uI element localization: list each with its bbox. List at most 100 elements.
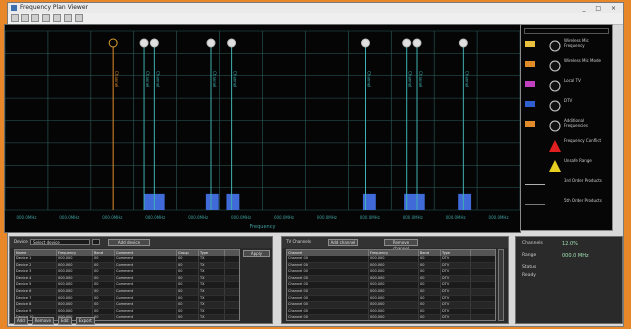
add-channel-button[interactable]: Add channel — [328, 239, 358, 246]
marker-label: Channel — [233, 71, 238, 87]
device-table-row[interactable]: Device 7 000.000 00 Comment 00 TX — [15, 295, 239, 303]
tv-channel-table-cell: 00 — [419, 256, 441, 262]
tv-channel-table-cell: 000.000 — [369, 256, 419, 262]
tv-marker-icon — [227, 38, 237, 48]
tv-marker-icon — [139, 38, 149, 48]
tv-table-scrollbar[interactable] — [498, 249, 504, 321]
tv-marker-icon — [402, 38, 412, 48]
x-tick-label: 000.0MHz — [231, 215, 251, 220]
print-icon[interactable] — [31, 14, 39, 22]
device-table-cell: Device 7 — [15, 295, 57, 302]
tv-channel-table-cell: Channel 00 — [287, 275, 369, 282]
add-button[interactable]: Add — [14, 317, 28, 325]
tv-channel-table-cell: DTV — [441, 288, 471, 295]
x-tick-label: 000.0MHz — [360, 215, 380, 220]
x-axis-title: Frequency — [249, 224, 276, 230]
device-table-cell: 00 — [93, 256, 115, 262]
device-table-row[interactable]: Device 2 000.000 00 Comment 00 TX — [15, 262, 239, 270]
tv-channel-table-cell: 00 — [419, 315, 441, 320]
tv-channel-table-cell: DTV — [441, 256, 471, 262]
device-table-cell: Device 4 — [15, 275, 57, 282]
device-table-cell: 000.000 — [57, 269, 93, 275]
device-table-cell: Device 1 — [15, 256, 57, 262]
remove-channel-button[interactable]: Remove channel — [384, 239, 418, 251]
legend-label: Additional Frequencies — [564, 118, 588, 128]
device-table[interactable]: Name Frequency Band Comment Group Type Device… — [14, 249, 240, 321]
tv-channel-table-row[interactable]: Channel 00 000.000 00 DTV — [287, 315, 495, 320]
export-button[interactable]: Export — [75, 317, 95, 325]
device-footer: Add Remove Edit Export — [14, 317, 99, 325]
device-table-cell: TX — [199, 256, 225, 262]
tv-channel-table-cell: Channel 00 — [287, 308, 369, 315]
device-table-row[interactable]: Device 3 000.000 00 Comment 00 TX — [15, 269, 239, 276]
tv-channel-table-cell: Channel 00 — [287, 288, 369, 295]
spectrum-bar — [362, 193, 376, 210]
add-device-button[interactable]: Add device — [108, 239, 150, 246]
conflict-warning-icon — [549, 137, 561, 152]
legend-header — [524, 28, 609, 34]
tv-channel-table-row[interactable]: Channel 00 000.000 00 DTV — [287, 302, 495, 309]
tv-channel-table-row[interactable]: Channel 00 000.000 00 DTV — [287, 256, 495, 263]
tv-channel-table-cell: 00 — [419, 262, 441, 269]
window-title: Frequency Plan Viewer — [20, 4, 88, 11]
tv-channel-table-cell: DTV — [441, 315, 471, 320]
device-table-row[interactable]: Device 4 000.000 00 Comment 00 TX — [15, 275, 239, 283]
tv-channel-table-row[interactable]: Channel 00 000.000 00 DTV — [287, 295, 495, 303]
legend-label: Unsafe Range — [564, 158, 592, 163]
device-table-row[interactable]: Device 9 000.000 00 Comment 00 TX — [15, 308, 239, 316]
device-table-row[interactable]: Device 8 000.000 00 Comment 00 TX — [15, 302, 239, 309]
edit-button[interactable]: Edit — [57, 317, 72, 325]
save-icon[interactable] — [21, 14, 29, 22]
legend-label: Wireless Mic Mode — [564, 58, 601, 63]
tv-channel-table-row[interactable]: Channel 00 000.000 00 DTV — [287, 288, 495, 296]
x-tick-label: 000.0MHz — [489, 215, 509, 220]
tv-marker-icon — [149, 38, 159, 48]
refresh-icon[interactable] — [64, 14, 72, 22]
zoom-in-icon[interactable] — [42, 14, 50, 22]
device-table-row[interactable]: Device 1 000.000 00 Comment 00 TX — [15, 256, 239, 263]
x-tick-label: 000.0MHz — [317, 215, 337, 220]
x-tick-label: 000.0MHz — [16, 215, 36, 220]
tv-channel-table-row[interactable]: Channel 00 000.000 00 DTV — [287, 269, 495, 276]
plot-canvas[interactable]: Channel Channel Channel Channel Channel Chann… — [5, 25, 520, 232]
device-table-row[interactable]: Device 5 000.000 00 Comment 00 TX — [15, 282, 239, 289]
tv-channel-table-row[interactable]: Channel 00 000.000 00 DTV — [287, 282, 495, 289]
marker-label: Channel — [114, 71, 119, 87]
device-table-cell: TX — [199, 269, 225, 275]
tv-channel-table-cell: 000.000 — [369, 282, 419, 288]
tv-channel-table[interactable]: Channel Frequency Band Type Channel 00 000.0… — [286, 249, 496, 321]
device-table-cell: Device 3 — [15, 269, 57, 275]
tv-channel-table-cell: DTV — [441, 302, 471, 308]
device-table-cell: 00 — [177, 302, 199, 308]
device-table-cell: Comment — [115, 288, 177, 295]
tv-channel-table-cell: 00 — [419, 308, 441, 315]
device-select[interactable]: Select device — [30, 239, 90, 245]
device-table-row[interactable]: Device 6 000.000 00 Comment 00 TX — [15, 288, 239, 296]
device-table-cell: Comment — [115, 262, 177, 269]
tv-channel-table-cell: Channel 00 — [287, 295, 369, 302]
tv-channel-table-row[interactable]: Channel 00 000.000 00 DTV — [287, 308, 495, 316]
remove-button[interactable]: Remove — [31, 317, 54, 325]
tv-channel-table-row[interactable]: Channel 00 000.000 00 DTV — [287, 262, 495, 270]
legend-item: Local TV — [525, 77, 609, 92]
tv-channel-table-cell: Channel 00 — [287, 262, 369, 269]
device-table-cell: Comment — [115, 269, 177, 275]
x-tick-label: 000.0MHz — [403, 215, 423, 220]
status-stat-value: Ready — [522, 273, 536, 278]
device-table-cell: Comment — [115, 275, 177, 282]
device-table-cell: 00 — [177, 262, 199, 269]
device-table-cell: 000.000 — [57, 262, 93, 269]
device-table-cell: Device 9 — [15, 308, 57, 315]
settings-icon[interactable] — [75, 14, 83, 22]
device-table-cell: TX — [199, 275, 225, 282]
apply-button[interactable]: Apply — [243, 250, 270, 257]
tv-channel-table-row[interactable]: Channel 00 000.000 00 DTV — [287, 275, 495, 283]
channels-stat-value: 12.0% — [562, 241, 578, 247]
device-select-dropdown[interactable] — [92, 239, 100, 245]
legend-item: 5th Order Products — [525, 197, 609, 211]
spectrum-bar — [226, 193, 240, 210]
tv-channel-table-cell: 00 — [419, 282, 441, 288]
open-icon[interactable] — [11, 14, 19, 22]
frequency-plot[interactable]: Channel Channel Channel Channel Channel Chann… — [4, 24, 521, 233]
zoom-out-icon[interactable] — [53, 14, 61, 22]
